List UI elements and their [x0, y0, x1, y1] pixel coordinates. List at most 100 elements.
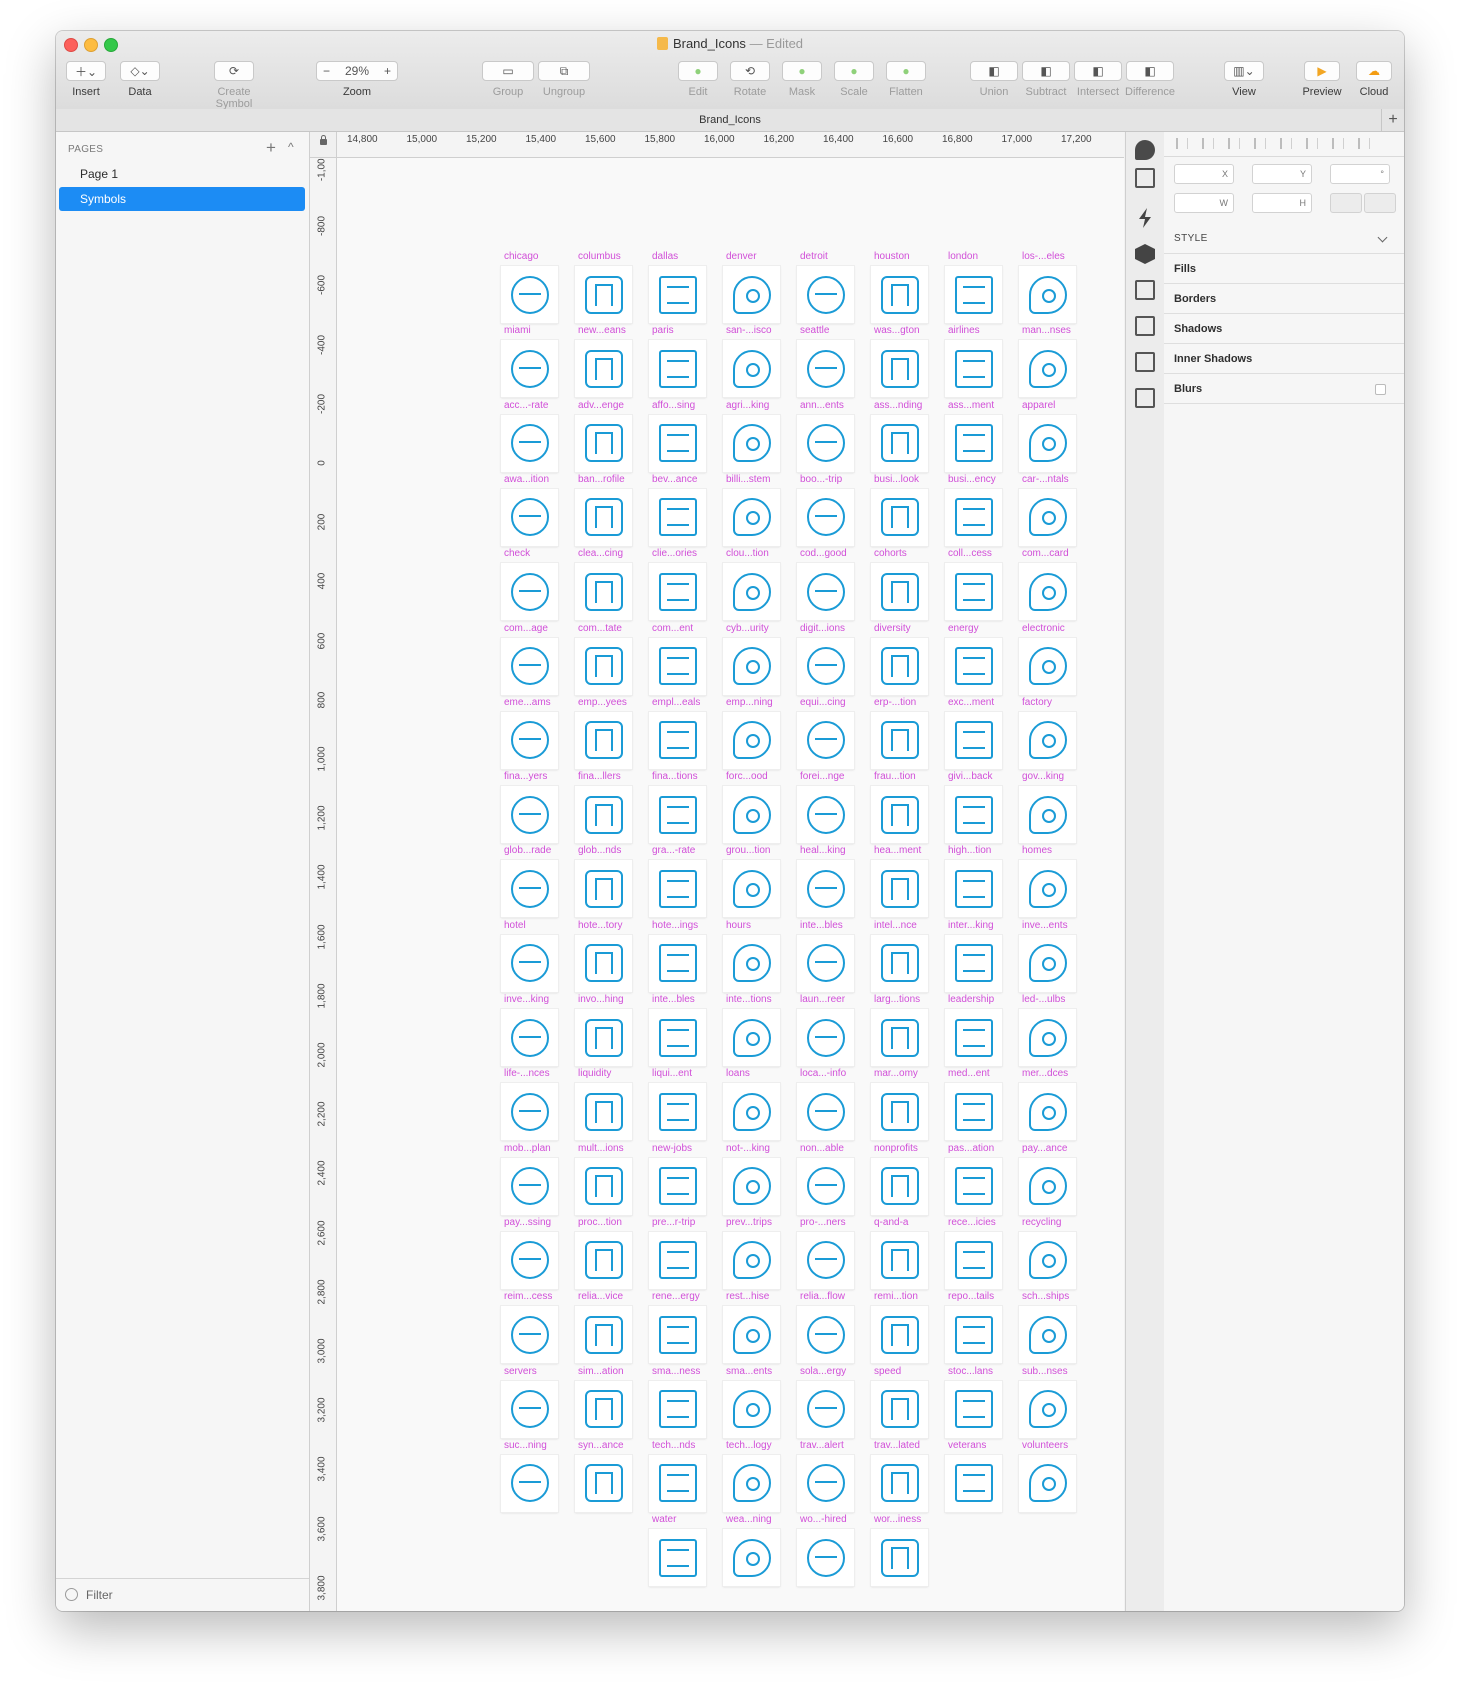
symbol-artboard[interactable]: rece...icies	[945, 1217, 1002, 1289]
data-button[interactable]: ◇⌄	[120, 61, 160, 81]
union-button[interactable]: ◧	[970, 61, 1018, 81]
artboard-label[interactable]: mar...omy	[874, 1068, 918, 1079]
artboard-label[interactable]: liqui...ent	[652, 1068, 692, 1079]
symbol-hexagon-icon[interactable]	[1135, 244, 1155, 264]
artboard-label[interactable]: recycling	[1022, 1217, 1061, 1228]
artboard-label[interactable]: electronic	[1022, 623, 1065, 634]
artboard-label[interactable]: pas...ation	[948, 1143, 994, 1154]
symbol-artboard[interactable]: grou...tion	[723, 845, 780, 918]
symbol-artboard[interactable]: stoc...lans	[945, 1366, 1002, 1438]
symbol-artboard[interactable]: remi...tion	[871, 1291, 928, 1364]
align-icon[interactable]	[1254, 138, 1266, 149]
artboard-label[interactable]: reim...cess	[504, 1291, 552, 1302]
artboard-label[interactable]: miami	[504, 325, 531, 336]
artboard-label[interactable]: busi...ency	[948, 474, 996, 485]
artboard-label[interactable]: loca...-info	[800, 1068, 846, 1079]
artboard-label[interactable]: detroit	[800, 251, 828, 262]
artboard-label[interactable]: empl...eals	[652, 697, 700, 708]
artboard-label[interactable]: cod...good	[800, 548, 847, 559]
artboard-label[interactable]: tech...nds	[652, 1440, 695, 1451]
artboard-label[interactable]: denver	[726, 251, 757, 262]
artboard-label[interactable]: intel...nce	[874, 920, 917, 931]
symbol-artboard[interactable]: heal...king	[797, 845, 854, 918]
artboard-label[interactable]: man...nses	[1022, 325, 1071, 336]
symbol-artboard[interactable]: awa...ition	[501, 474, 558, 546]
symbol-artboard[interactable]: busi...ency	[945, 474, 1002, 546]
symbol-artboard[interactable]: volunteers	[1019, 1440, 1076, 1512]
artboard-label[interactable]: coll...cess	[948, 548, 992, 559]
symbol-artboard[interactable]: agri...king	[723, 400, 780, 472]
artboard-label[interactable]: ass...nding	[874, 400, 922, 411]
symbol-artboard[interactable]: com...tate	[575, 623, 632, 695]
symbol-artboard[interactable]: san-...isco	[723, 325, 780, 398]
artboard-label[interactable]: london	[948, 251, 978, 262]
artboard-label[interactable]: los-...eles	[1022, 251, 1065, 262]
vertical-ruler[interactable]: -1,000 -800 -600 -400 -200 0 200 400 600 800 1,000…	[310, 153, 337, 1611]
artboard-label[interactable]: affo...sing	[652, 400, 695, 411]
artboard-label[interactable]: erp-...tion	[874, 697, 916, 708]
symbol-artboard[interactable]: hours	[723, 920, 780, 992]
scale-button[interactable]: ●	[834, 61, 874, 81]
symbol-artboard[interactable]: busi...look	[871, 474, 928, 546]
artboard-label[interactable]: inte...bles	[800, 920, 843, 931]
symbol-artboard[interactable]: sch...ships	[1019, 1291, 1076, 1364]
artboard-label[interactable]: hea...ment	[874, 845, 921, 856]
align-icon[interactable]	[1332, 138, 1344, 149]
symbol-artboard[interactable]: non...able	[797, 1143, 854, 1215]
artboard-label[interactable]: hours	[726, 920, 751, 931]
symbol-artboard[interactable]: coll...cess	[945, 548, 1002, 621]
prototype-bolt-icon[interactable]	[1139, 208, 1151, 228]
symbol-artboard[interactable]: led-...ulbs	[1019, 994, 1076, 1066]
symbol-artboard[interactable]: laun...reer	[797, 994, 854, 1066]
artboard-label[interactable]: relia...vice	[578, 1291, 623, 1302]
artboard-label[interactable]: glob...nds	[578, 845, 621, 856]
artboard-label[interactable]: leadership	[948, 994, 994, 1005]
symbol-artboard[interactable]: tech...nds	[649, 1440, 706, 1512]
symbol-artboard[interactable]: invo...hing	[575, 994, 632, 1066]
artboard-label[interactable]: ann...ents	[800, 400, 844, 411]
symbol-artboard[interactable]: sma...ness	[649, 1366, 706, 1438]
add-page-button[interactable]: +	[266, 138, 276, 158]
symbol-artboard[interactable]: clea...cing	[575, 548, 632, 621]
artboard-label[interactable]: houston	[874, 251, 910, 262]
export-upload-icon[interactable]	[1135, 168, 1155, 188]
symbol-artboard[interactable]: denver	[723, 251, 780, 323]
artboard-label[interactable]: relia...flow	[800, 1291, 845, 1302]
artboard-label[interactable]: com...ent	[652, 623, 693, 634]
artboard-label[interactable]: columbus	[578, 251, 621, 262]
symbol-artboard[interactable]: adv...enge	[575, 400, 632, 472]
ruler-corner[interactable]	[310, 132, 337, 158]
artboard-label[interactable]: gra...-rate	[652, 845, 695, 856]
artboard-label[interactable]: sch...ships	[1022, 1291, 1069, 1302]
artboard-label[interactable]: wea...ning	[726, 1514, 772, 1525]
symbol-artboard[interactable]: cod...good	[797, 548, 854, 621]
artboard-label[interactable]: clea...cing	[578, 548, 623, 559]
canvas[interactable]: chicago columbus dallas denver detroit housto…	[337, 158, 1124, 1611]
symbol-artboard[interactable]: liquidity	[575, 1068, 632, 1141]
artboard-label[interactable]: agri...king	[726, 400, 769, 411]
shadows-section[interactable]: Shadows	[1164, 314, 1404, 344]
artboard-label[interactable]: clou...tion	[726, 548, 769, 559]
artboard-label[interactable]: hote...ings	[652, 920, 698, 931]
collapse-pages-button[interactable]: ^	[288, 140, 294, 154]
artboard-label[interactable]: tech...logy	[726, 1440, 772, 1451]
artboard-label[interactable]: trav...alert	[800, 1440, 844, 1451]
symbol-artboard[interactable]: liqui...ent	[649, 1068, 706, 1141]
zoom-in-button[interactable]: +	[384, 64, 391, 78]
symbol-artboard[interactable]: inte...bles	[649, 994, 706, 1066]
symbol-artboard[interactable]: leadership	[945, 994, 1002, 1066]
artboard-label[interactable]: stoc...lans	[948, 1366, 993, 1377]
group-button[interactable]: ▭	[482, 61, 534, 81]
artboard-label[interactable]: factory	[1022, 697, 1052, 708]
subtract-button[interactable]: ◧	[1022, 61, 1070, 81]
artboard-label[interactable]: life-...nces	[504, 1068, 550, 1079]
artboard-label[interactable]: awa...ition	[504, 474, 549, 485]
symbol-artboard[interactable]: sma...ents	[723, 1366, 780, 1438]
symbol-artboard[interactable]: gra...-rate	[649, 845, 706, 918]
artboard-label[interactable]: frau...tion	[874, 771, 916, 782]
artboard-label[interactable]: acc...-rate	[504, 400, 548, 411]
artboard-label[interactable]: new...eans	[578, 325, 626, 336]
cloud-button[interactable]: ☁	[1356, 61, 1392, 81]
symbol-artboard[interactable]: hote...tory	[575, 920, 632, 992]
artboard-label[interactable]: digit...ions	[800, 623, 845, 634]
